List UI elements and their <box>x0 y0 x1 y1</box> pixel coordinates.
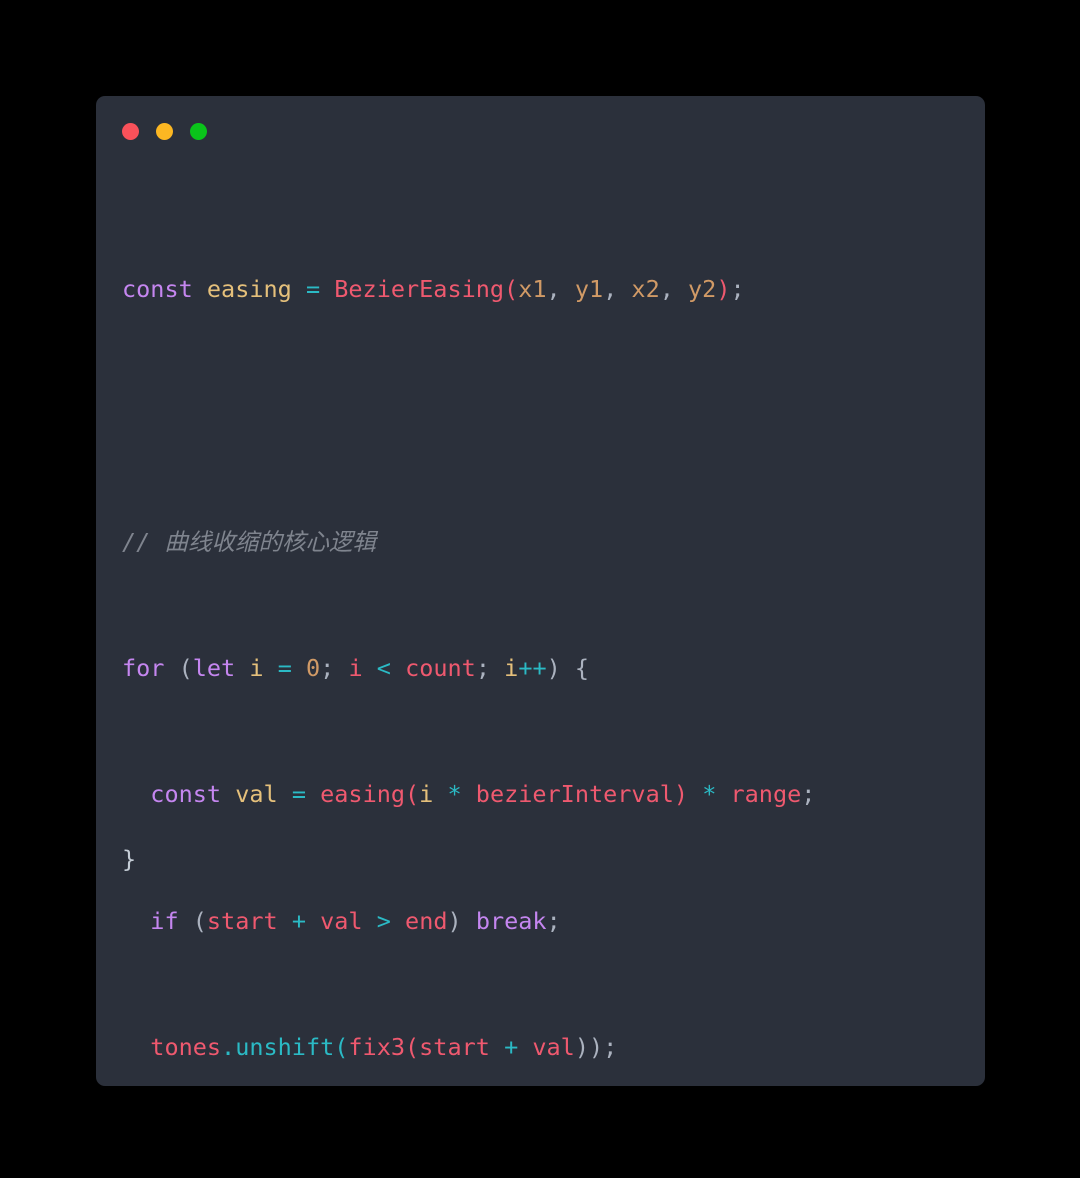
code-block[interactable]: const easing = BezierEasing(x1, y1, x2, … <box>122 179 967 1086</box>
variable-token: start <box>419 1033 490 1062</box>
function-token: easing <box>320 780 406 809</box>
maximize-window-dot[interactable] <box>190 122 207 140</box>
variable-token: i <box>419 780 434 809</box>
operator-token: + <box>504 1033 519 1062</box>
close-window-dot[interactable] <box>122 122 139 140</box>
method-token: unshift <box>235 1033 335 1062</box>
minimize-window-dot[interactable] <box>156 122 173 140</box>
variable-token: i <box>348 653 363 682</box>
declaration-token: easing <box>206 274 292 303</box>
paren-token: ) <box>546 653 561 682</box>
argument-token: x2 <box>631 274 660 303</box>
operator-token: < <box>376 653 391 682</box>
paren-token: ( <box>192 906 207 935</box>
keyword-token: const <box>150 780 222 809</box>
window-titlebar <box>122 122 207 140</box>
keyword-token: const <box>122 274 193 303</box>
function-token: BezierEasing <box>334 274 505 303</box>
operator-token: > <box>376 906 391 935</box>
keyword-token: break <box>475 906 547 935</box>
variable-token: val <box>320 906 363 935</box>
comma-token: , <box>659 274 674 303</box>
paren-token: ) <box>673 780 689 809</box>
argument-token: y2 <box>688 274 717 303</box>
paren-token: ) <box>716 274 731 303</box>
code-line-4: for (let i = 0; i < count; i++) { <box>122 653 967 685</box>
code-line-3: // 曲线收缩的核心逻辑 <box>122 527 967 559</box>
operator-token: = <box>305 274 321 303</box>
declaration-token: val <box>235 780 278 809</box>
for-loop-closing-brace: } <box>122 844 136 876</box>
variable-token: i <box>504 653 519 682</box>
code-snippet-card: const easing = BezierEasing(x1, y1, x2, … <box>96 96 985 1086</box>
keyword-token: if <box>150 906 179 935</box>
operator-token: + <box>291 906 306 935</box>
semicolon-token: ; <box>603 1033 618 1062</box>
function-token: fix3 <box>348 1033 405 1062</box>
keyword-token: for <box>122 653 165 682</box>
number-token: 0 <box>306 653 321 682</box>
code-line-6: if (start + val > end) break; <box>122 906 967 938</box>
brace-token: { <box>574 653 590 682</box>
variable-token: range <box>730 780 802 809</box>
operator-token: = <box>291 780 306 809</box>
semicolon-token: ; <box>730 274 745 303</box>
paren-token: ( <box>334 1033 349 1062</box>
keyword-token: let <box>192 653 236 682</box>
semicolon-token: ; <box>801 780 816 809</box>
code-line-2-blank <box>122 400 967 432</box>
code-line-5: const val = easing(i * bezierInterval) *… <box>122 779 967 811</box>
paren-token: )) <box>574 1033 604 1062</box>
paren-token: ( <box>504 274 519 303</box>
variable-token: start <box>206 906 278 935</box>
code-line-1: const easing = BezierEasing(x1, y1, x2, … <box>122 274 967 306</box>
operator-token: * <box>447 780 462 809</box>
object-token: tones <box>150 1033 222 1062</box>
variable-token: i <box>249 653 264 682</box>
paren-token: ( <box>178 653 193 682</box>
paren-token: ) <box>447 906 462 935</box>
brace-token: } <box>122 845 137 873</box>
variable-token: end <box>405 906 448 935</box>
operator-token: ++ <box>518 653 547 682</box>
variable-token: bezierInterval <box>475 780 674 809</box>
comma-token: , <box>603 274 618 303</box>
code-line-7: tones.unshift(fix3(start + val)); <box>122 1032 967 1064</box>
semicolon-token: ; <box>475 653 490 682</box>
argument-token: y1 <box>574 274 604 303</box>
semicolon-token: ; <box>546 906 561 935</box>
paren-token: ( <box>405 1033 420 1062</box>
dot-token: . <box>221 1033 236 1062</box>
paren-token: ( <box>405 780 420 809</box>
operator-token: * <box>702 780 717 809</box>
comma-token: , <box>546 274 561 303</box>
operator-token: = <box>277 653 292 682</box>
comment-token: // 曲线收缩的核心逻辑 <box>122 527 376 556</box>
variable-token: val <box>532 1033 575 1062</box>
variable-token: count <box>405 653 476 682</box>
argument-token: x1 <box>518 274 547 303</box>
semicolon-token: ; <box>320 653 335 682</box>
screenshot-canvas: const easing = BezierEasing(x1, y1, x2, … <box>0 0 1080 1178</box>
